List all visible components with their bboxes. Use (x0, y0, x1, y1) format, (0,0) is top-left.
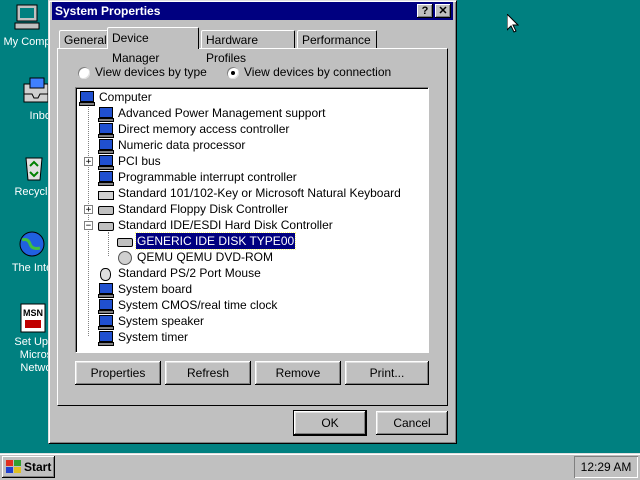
tree-node-label: Computer (99, 90, 152, 104)
device-tree[interactable]: Computer Advanced Power Management suppo… (75, 87, 429, 353)
computer-icon (97, 154, 114, 170)
start-button[interactable]: Start (2, 456, 55, 478)
button-label: Print... (369, 366, 405, 380)
tab-label: General (64, 33, 107, 47)
tree-node-label: Programmable interrupt controller (118, 170, 297, 184)
tree-node-label: Numeric data processor (118, 138, 246, 152)
start-label: Start (24, 460, 52, 474)
windows-logo-icon (6, 460, 21, 473)
view-by-connection-radio[interactable]: View devices by connection (227, 65, 391, 79)
hard-disk-icon (116, 234, 133, 248)
close-icon: ✕ (438, 5, 448, 17)
system-clock[interactable]: 12:29 AM (574, 456, 638, 478)
print-button[interactable]: Print... (345, 361, 429, 385)
tree-node-label: Standard Floppy Disk Controller (118, 202, 289, 216)
radio-button-selected[interactable] (227, 66, 239, 79)
disk-controller-icon (97, 218, 114, 232)
expand-button[interactable]: + (84, 205, 93, 215)
radio-button[interactable] (78, 66, 90, 79)
tab-device-manager[interactable]: Device Manager (107, 27, 199, 65)
tree-node-label: GENERIC IDE DISK TYPE00 (134, 232, 297, 250)
tab-performance[interactable]: Performance (297, 30, 377, 48)
cd-rom-icon (116, 250, 132, 265)
computer-icon (97, 170, 114, 186)
expand-button[interactable]: + (84, 157, 93, 167)
tree-node-label: System speaker (118, 314, 205, 328)
cancel-button[interactable]: Cancel (376, 411, 448, 435)
taskbar: Start 12:29 AM (0, 453, 640, 480)
tree-node-label: Direct memory access controller (118, 122, 290, 136)
tree-node-label: System timer (118, 330, 189, 344)
remove-button[interactable]: Remove (255, 361, 341, 385)
tab-hardware-profiles[interactable]: Hardware Profiles (201, 30, 295, 65)
button-label: Remove (275, 366, 321, 380)
tab-label: Performance (302, 33, 371, 47)
tab-general[interactable]: General (59, 30, 108, 48)
tree-node-label: QEMU QEMU DVD-ROM (137, 250, 273, 264)
mouse-pointer-icon (507, 14, 519, 33)
tree-node-label: Standard IDE/ESDI Hard Disk Controller (118, 218, 333, 232)
computer-icon (97, 282, 114, 298)
tab-label: Device Manager (112, 31, 160, 65)
computer-icon (97, 138, 114, 154)
refresh-button[interactable]: Refresh (165, 361, 251, 385)
tree-node-label: Advanced Power Management support (118, 106, 326, 120)
tree-node-label: Standard PS/2 Port Mouse (118, 266, 261, 280)
collapse-button[interactable]: − (84, 221, 93, 231)
computer-icon (97, 314, 114, 330)
svg-text:MSN: MSN (23, 308, 43, 318)
computer-icon (97, 298, 114, 314)
button-label: Properties (90, 366, 146, 380)
help-button[interactable]: ? (417, 4, 433, 18)
computer-icon (97, 330, 114, 346)
tree-node-label: System board (118, 282, 193, 296)
view-by-connection-label: View devices by connection (244, 65, 392, 79)
help-icon: ? (421, 5, 429, 17)
keyboard-icon (97, 186, 114, 200)
clock-time: 12:29 AM (580, 460, 632, 474)
computer-icon (97, 122, 114, 138)
my-computer-icon (11, 2, 43, 34)
window-title: System Properties (55, 4, 161, 18)
button-label: OK (321, 416, 339, 430)
internet-explorer-icon (16, 228, 48, 260)
computer-icon (97, 106, 114, 122)
mouse-icon (97, 266, 113, 281)
button-label: Cancel (393, 416, 431, 430)
disk-controller-icon (97, 202, 114, 216)
tree-connector (88, 104, 89, 336)
title-bar[interactable]: System Properties ? ✕ (52, 2, 453, 20)
recycle-bin-icon (18, 152, 50, 184)
computer-icon (78, 90, 95, 106)
msn-icon: MSN (17, 302, 49, 334)
tree-node-label: Standard 101/102-Key or Microsoft Natura… (118, 186, 401, 200)
tree-node-label: System CMOS/real time clock (118, 298, 278, 312)
button-label: Refresh (186, 366, 230, 380)
tree-node-label: PCI bus (118, 154, 161, 168)
close-button[interactable]: ✕ (435, 4, 451, 18)
tree-connector (108, 232, 109, 256)
properties-button[interactable]: Properties (75, 361, 161, 385)
ok-button[interactable]: OK (293, 410, 367, 436)
